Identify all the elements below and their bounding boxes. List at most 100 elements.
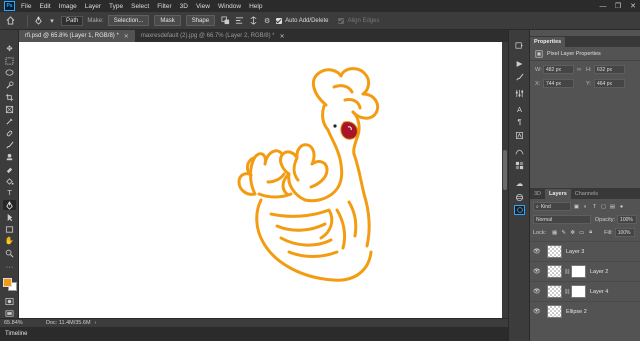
make-selection-button[interactable]: Selection... xyxy=(107,15,150,26)
lock-transparent-icon[interactable]: ▦ xyxy=(551,229,558,236)
visibility-eye-icon[interactable]: 👁︎ xyxy=(533,268,543,275)
3d-icon[interactable] xyxy=(514,192,525,202)
home-icon[interactable] xyxy=(4,15,16,27)
menu-edit[interactable]: Edit xyxy=(39,3,50,10)
filter-adjustment-icon[interactable]: ◐ xyxy=(582,203,589,210)
quick-selection-tool-icon[interactable] xyxy=(3,80,16,90)
menu-layer[interactable]: Layer xyxy=(85,3,101,10)
screen-mode-icon[interactable] xyxy=(3,308,16,318)
timeline-label[interactable]: Timeline xyxy=(5,331,27,337)
link-icon[interactable]: ∞ xyxy=(577,67,586,73)
layer-row[interactable]: 👁︎ Layer 3 xyxy=(530,241,640,261)
paragraph-icon[interactable]: ¶ xyxy=(514,116,525,126)
tab-properties[interactable]: Properties xyxy=(530,37,566,47)
menu-window[interactable]: Window xyxy=(218,3,241,10)
lock-image-icon[interactable]: ✎ xyxy=(560,229,567,236)
lasso-tool-icon[interactable] xyxy=(3,68,16,78)
menu-select[interactable]: Select xyxy=(131,3,149,10)
pen-tool-icon[interactable] xyxy=(3,200,16,210)
move-tool-icon[interactable]: ✥ xyxy=(3,44,16,54)
more-tools-icon[interactable]: ··· xyxy=(3,262,16,272)
paths-icon[interactable] xyxy=(514,146,525,156)
layer-row[interactable]: 👁︎ Ellipse 2 xyxy=(530,301,640,321)
x-field[interactable]: 744 px xyxy=(543,79,574,88)
lock-all-icon[interactable]: 🔒︎ xyxy=(587,229,594,236)
menu-image[interactable]: Image xyxy=(59,3,77,10)
type-tool-icon[interactable]: T xyxy=(3,188,16,198)
blend-mode-select[interactable]: Normal xyxy=(533,215,591,224)
opacity-field[interactable]: 100% xyxy=(617,215,637,224)
filter-toggle-icon[interactable]: ● xyxy=(618,203,625,210)
marquee-tool-icon[interactable] xyxy=(3,56,16,66)
paint-bucket-tool-icon[interactable] xyxy=(3,176,16,186)
eraser-tool-icon[interactable] xyxy=(3,164,16,174)
gear-icon[interactable]: ⚙ xyxy=(262,16,272,26)
menu-file[interactable]: File xyxy=(21,3,31,10)
brush-tool-icon[interactable] xyxy=(3,140,16,150)
tab-rfi-psd[interactable]: rfi.psd @ 65.8% (Layer 1, RGB/8) * ✕ xyxy=(19,30,135,42)
path-arrangement-icon[interactable] xyxy=(248,16,258,26)
menu-filter[interactable]: Filter xyxy=(157,3,171,10)
chevron-down-icon[interactable]: ▾ xyxy=(47,16,57,26)
scrollbar-thumb[interactable] xyxy=(503,150,507,190)
path-selection-tool-icon[interactable] xyxy=(3,212,16,222)
foreground-color-swatch[interactable] xyxy=(3,278,12,287)
glyphs-icon[interactable] xyxy=(514,130,525,140)
tab-3d[interactable]: 3D xyxy=(530,189,545,199)
fill-field[interactable]: 100% xyxy=(614,228,635,237)
pen-tool-icon[interactable] xyxy=(33,16,43,26)
layer-row[interactable]: 👁︎ ⛓ Layer 4 xyxy=(530,281,640,301)
close-icon[interactable]: ✕ xyxy=(124,33,129,40)
zoom-tool-icon[interactable] xyxy=(3,248,16,258)
libraries-icon[interactable]: ☁ xyxy=(514,178,525,188)
tab-channels[interactable]: Channels xyxy=(571,189,602,199)
mask-link-icon[interactable]: ⛓ xyxy=(564,269,570,275)
actions-icon[interactable]: ▶ xyxy=(514,58,525,68)
layer-name[interactable]: Ellipse 2 xyxy=(566,309,587,315)
layer-filter-select[interactable]: ⌕ Kind xyxy=(533,202,571,211)
frame-tool-icon[interactable] xyxy=(3,104,16,114)
make-shape-button[interactable]: Shape xyxy=(185,15,216,26)
menu-view[interactable]: View xyxy=(196,3,210,10)
healing-brush-tool-icon[interactable] xyxy=(3,128,16,138)
visibility-eye-icon[interactable]: 👁︎ xyxy=(533,288,543,295)
adjustments-icon[interactable] xyxy=(514,88,525,98)
history-icon[interactable] xyxy=(514,40,525,50)
zoom-level[interactable]: 65.84% xyxy=(4,320,40,326)
pen-mode-select[interactable]: Path xyxy=(61,15,84,26)
swatches-icon[interactable] xyxy=(514,160,525,170)
rectangle-tool-icon[interactable] xyxy=(3,224,16,234)
mask-link-icon[interactable]: ⛓ xyxy=(564,289,570,295)
align-edges-checkbox[interactable] xyxy=(338,17,345,24)
menu-3d[interactable]: 3D xyxy=(180,3,188,10)
tab-layers[interactable]: Layers xyxy=(545,189,571,199)
layer-name[interactable]: Layer 3 xyxy=(566,249,584,255)
learn-icon[interactable] xyxy=(514,205,525,215)
width-field[interactable]: 482 px xyxy=(543,65,574,74)
restore-button[interactable]: ❐ xyxy=(611,0,625,12)
chevron-right-icon[interactable]: › xyxy=(95,320,97,326)
layer-name[interactable]: Layer 4 xyxy=(590,289,608,295)
clone-stamp-tool-icon[interactable] xyxy=(3,152,16,162)
filter-type-icon[interactable]: T xyxy=(591,203,598,210)
tab-maxresdefault[interactable]: maxresdefault (2).jpg @ 66.7% (Layer 2, … xyxy=(135,30,291,42)
path-operations-icon[interactable] xyxy=(220,16,230,26)
crop-tool-icon[interactable] xyxy=(3,92,16,102)
quick-mask-icon[interactable] xyxy=(3,296,16,306)
close-icon[interactable]: ✕ xyxy=(280,33,285,40)
hand-tool-icon[interactable]: ✋ xyxy=(3,236,16,246)
path-alignment-icon[interactable] xyxy=(234,16,244,26)
filter-smart-object-icon[interactable]: ▤ xyxy=(609,203,616,210)
layer-name[interactable]: Layer 2 xyxy=(590,269,608,275)
brush-settings-icon[interactable] xyxy=(514,72,525,82)
menu-type[interactable]: Type xyxy=(109,3,123,10)
layer-mask-thumbnail[interactable] xyxy=(571,285,586,298)
filter-pixel-icon[interactable]: ▣ xyxy=(573,203,580,210)
lock-position-icon[interactable]: ✥ xyxy=(569,229,576,236)
menu-help[interactable]: Help xyxy=(249,3,262,10)
filter-shape-icon[interactable]: ▢ xyxy=(600,203,607,210)
lock-artboard-icon[interactable]: ▭ xyxy=(578,229,585,236)
auto-add-delete-checkbox[interactable] xyxy=(276,17,283,24)
eyedropper-tool-icon[interactable] xyxy=(3,116,16,126)
make-mask-button[interactable]: Mask xyxy=(154,15,181,26)
